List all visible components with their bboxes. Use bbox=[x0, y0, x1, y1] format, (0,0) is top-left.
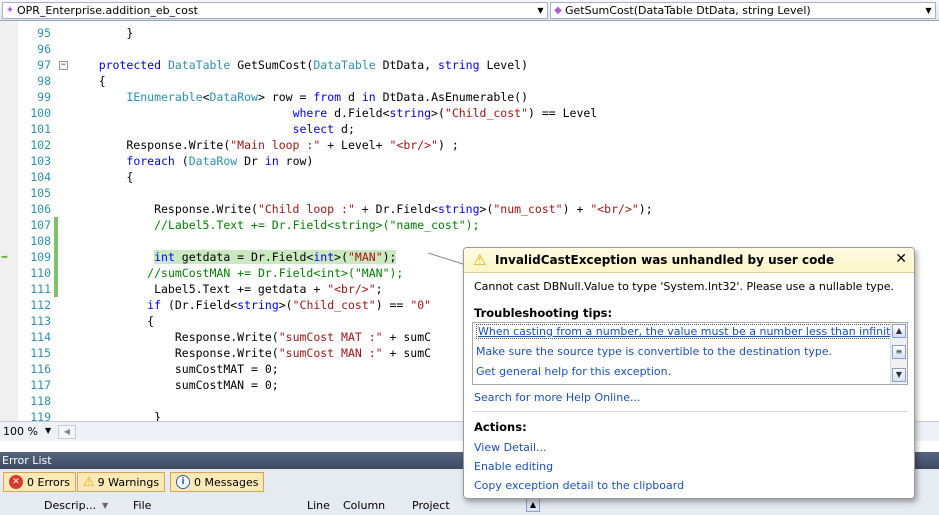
callout-line bbox=[427, 252, 464, 265]
